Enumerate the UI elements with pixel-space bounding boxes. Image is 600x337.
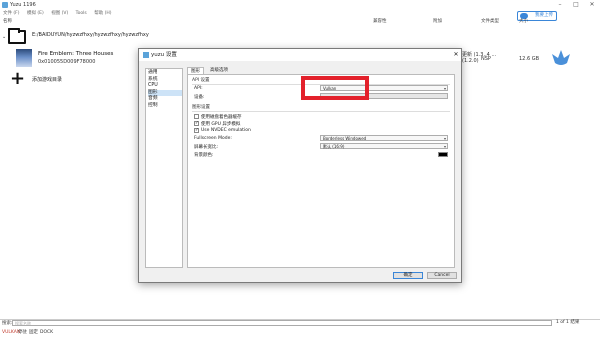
tab-advanced[interactable]: 高级选项 [207, 67, 231, 74]
fullscreen-value: Borderless Windowed [323, 136, 367, 141]
nvdec-checkbox[interactable]: ✓ [194, 128, 199, 133]
nvdec-label: Use NVDEC emulation [201, 128, 251, 133]
menu-bar: 文件 (F) 模拟 (E) 视图 (V) Tools 帮助 (H) [0, 10, 600, 18]
col-addons[interactable]: 附加 [433, 18, 442, 26]
divider [192, 111, 450, 112]
col-name[interactable]: 名称 [3, 18, 12, 26]
menu-tools[interactable]: Tools [76, 11, 87, 16]
yuzu-logo-icon [2, 2, 8, 8]
chevron-down-icon: ▾ [443, 86, 446, 91]
game-size: 12.6 GB [519, 56, 540, 62]
game-cover-icon [16, 49, 32, 67]
game-addons: 更新 (1.3..4 ... (1.2.0) [462, 52, 497, 64]
search-label: 搜索: [2, 321, 13, 326]
col-size[interactable]: 大小 [519, 18, 528, 26]
tab-graphics[interactable]: 图形 [187, 67, 204, 74]
cancel-button[interactable]: Cancel [427, 272, 457, 279]
api-group-title: API 设置 [192, 78, 210, 83]
fullscreen-select[interactable]: Borderless Windowed ▾ [320, 135, 448, 141]
minimize-button[interactable]: – [552, 0, 568, 10]
menu-help[interactable]: 帮助 (H) [94, 11, 111, 16]
dialog-close-button[interactable]: ✕ [451, 49, 461, 61]
game-list-header: 名称 兼容性 附加 文件类型 大小 [0, 18, 600, 26]
chevron-down-icon: ▾ [443, 136, 446, 141]
aspect-label: 屏幕长宽比: [194, 145, 219, 150]
title-bar: Yuzu 1196 [0, 0, 600, 10]
window-title: Yuzu 1196 [10, 2, 36, 8]
status-dock[interactable]: 停驻 [18, 328, 27, 337]
maximize-button[interactable]: □ [568, 0, 584, 10]
plus-icon: + [10, 68, 26, 89]
game-title-id: 0x010055D009F78000 [38, 59, 96, 65]
fullscreen-label: Fullscreen Mode: [194, 136, 232, 141]
dialog-title-bar: yuzu 设置 ✕ [139, 49, 461, 61]
async-gpu-label: 使用 GPU 异步模拟 [201, 122, 241, 127]
menu-emulation[interactable]: 模拟 (E) [27, 11, 44, 16]
compat-bird-icon [552, 50, 570, 65]
aspect-value: 默认 (16:9) [323, 144, 345, 149]
settings-sidebar: 通用 系统 CPU 图形 音频 控制 [145, 68, 183, 268]
result-counter: 1 of 1 结果 [556, 320, 580, 325]
disk-cache-label: 使用磁盘着色器缓存 [201, 115, 242, 120]
status-fixed[interactable]: 固定 [29, 328, 38, 337]
menu-view[interactable]: 视图 (V) [51, 11, 68, 16]
folder-icon [8, 28, 26, 44]
bg-color-label: 背景颜色: [194, 153, 214, 158]
sidebar-item-controls[interactable]: 控制 [148, 103, 182, 110]
chevron-down-icon: ▾ [443, 144, 446, 149]
dialog-title: yuzu 设置 [151, 52, 177, 58]
device-label: 设备: [194, 95, 205, 100]
game-filetype: NSP [481, 56, 491, 62]
app-root: Yuzu 1196 – □ ✕ 文件 (F) 模拟 (E) 视图 (V) Too… [0, 0, 600, 337]
ok-button[interactable]: 确定 [393, 272, 423, 279]
yuzu-dialog-icon [143, 52, 149, 58]
col-compat[interactable]: 兼容性 [373, 18, 387, 26]
add-directory-label: 添加游戏目录 [32, 77, 63, 83]
aspect-select[interactable]: 默认 (16:9) ▾ [320, 143, 448, 149]
menu-file[interactable]: 文件 (F) [3, 11, 20, 16]
settings-dialog: yuzu 设置 ✕ 通用 系统 CPU 图形 音频 控制 图形 高级选项 API… [138, 48, 462, 283]
search-input[interactable]: 搜索名称 [12, 320, 552, 326]
api-label: API: [194, 86, 203, 91]
disk-cache-checkbox[interactable] [194, 114, 199, 119]
bg-color-swatch[interactable] [438, 152, 448, 157]
graphics-panel: API 设置 API: Vulkan ▾ 设备: 图形设置 使用磁盘着色器缓存 … [187, 74, 455, 268]
status-mode[interactable]: DOCK [40, 328, 53, 337]
status-bar: VULKAN 停驻 固定 DOCK [0, 328, 600, 337]
col-filetype[interactable]: 文件类型 [481, 18, 499, 26]
close-button[interactable]: ✕ [584, 0, 600, 10]
settings-tabs: 图形 高级选项 [187, 67, 267, 74]
folder-path: E:/BAIDUYUN/hyzwzfhxy/hyzwzfhxy/hyzwzfhx… [32, 32, 149, 38]
expand-caret-icon[interactable]: ⌄ [2, 34, 6, 40]
async-gpu-checkbox[interactable]: ✓ [194, 121, 199, 126]
game-name: Fire Emblem: Three Houses [38, 51, 114, 57]
highlight-box [301, 76, 369, 100]
graphics-group-title: 图形设置 [192, 105, 210, 110]
